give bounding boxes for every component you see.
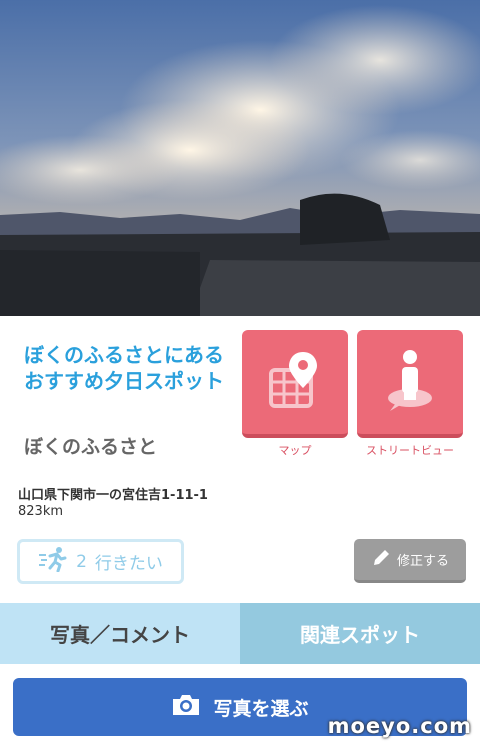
map-icon xyxy=(265,348,325,416)
watermark: moeyo.com xyxy=(327,714,472,738)
streetview-button[interactable] xyxy=(357,330,463,438)
edit-button[interactable]: 修正する xyxy=(354,539,466,583)
map-button[interactable] xyxy=(242,330,348,438)
tab-bar: 写真／コメント 関連スポット xyxy=(0,603,480,664)
edit-label: 修正する xyxy=(396,554,449,569)
camera-icon xyxy=(171,693,201,722)
tab-related-spots[interactable]: 関連スポット xyxy=(240,603,480,664)
tab-photos-comments[interactable]: 写真／コメント xyxy=(0,603,240,664)
spot-info: ぼくのふるさとにあるおすすめ夕日スポット ぼくのふるさと マップ ストリートビュ… xyxy=(0,316,480,603)
pencil-icon xyxy=(371,548,391,572)
want-count: 2 xyxy=(76,551,87,572)
choose-photo-label: 写真を選ぶ xyxy=(213,697,309,720)
spot-title: ぼくのふるさとにあるおすすめ夕日スポット xyxy=(24,343,224,393)
want-label: 行きたい xyxy=(94,554,163,574)
map-label: マップ xyxy=(278,444,312,457)
hero-photo xyxy=(0,0,480,316)
streetview-icon xyxy=(382,348,438,416)
running-person-icon xyxy=(38,546,68,577)
want-to-go-button[interactable]: 2 行きたい xyxy=(17,539,184,584)
spot-subtitle: ぼくのふるさと xyxy=(24,436,158,458)
streetview-label: ストリートビュー xyxy=(366,444,454,457)
spot-address: 山口県下関市一の宮住吉1-11-1 xyxy=(18,488,208,503)
spot-distance: 823km xyxy=(18,504,64,519)
